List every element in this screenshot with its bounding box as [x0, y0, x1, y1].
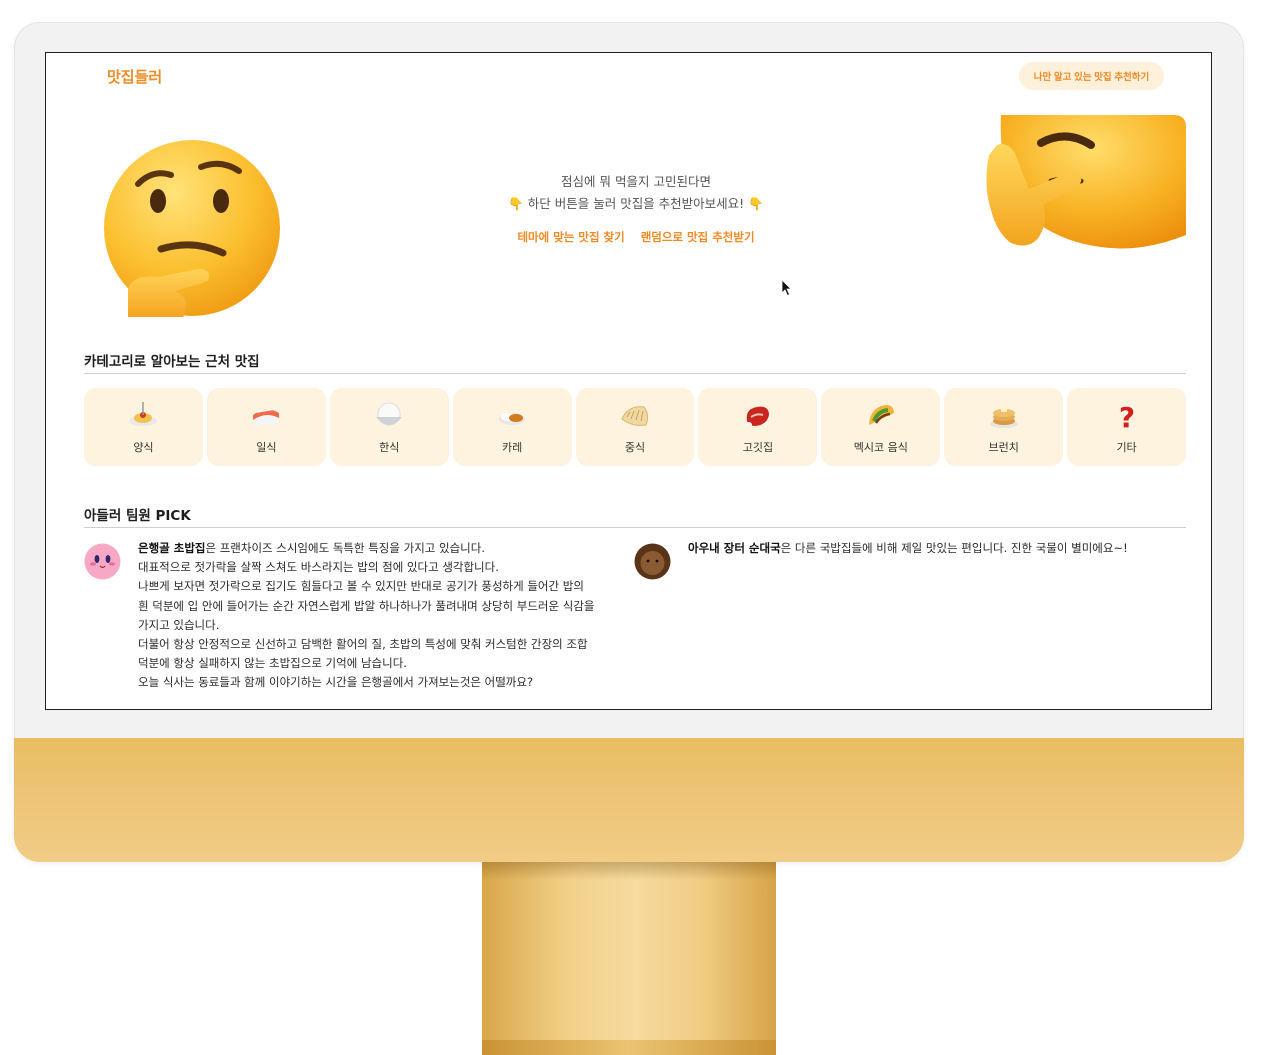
- hero-line2: 👇 하단 버튼을 눌러 맛집을 추천받아보세요! 👇: [508, 196, 764, 211]
- imac-stand-shadow: [482, 862, 776, 880]
- pick-place-name[interactable]: 은행골 초밥집: [138, 541, 205, 555]
- taco-icon: [868, 405, 894, 425]
- category-section-title: 카테고리로 알아보는 근처 맛집: [84, 354, 260, 370]
- recommend-restaurant-button[interactable]: 나만 알고 있는 맛집 추천하기: [1019, 62, 1164, 90]
- team-pick-text: 아우내 장터 순대국은 다른 국밥집들에 비해 제일 맛있는 편입니다. 진한 …: [688, 541, 1128, 555]
- theme-search-link[interactable]: 테마에 맞는 맛집 찾기: [517, 230, 624, 244]
- category-chinese[interactable]: 중식: [575, 388, 695, 466]
- category-curry[interactable]: 카레: [452, 388, 572, 466]
- avatar: [634, 543, 671, 580]
- rice-bowl-icon: [376, 402, 403, 426]
- sushi-icon: [253, 408, 280, 425]
- category-brunch[interactable]: 브런치: [944, 388, 1064, 466]
- team-pick-section-title: 아들러 팀원 PICK: [84, 508, 191, 524]
- mouse-cursor-icon: [781, 279, 792, 297]
- site-logo[interactable]: 맛집들러: [107, 66, 162, 87]
- team-pick-divider: [84, 527, 1186, 528]
- svg-text:?: ?: [1118, 401, 1134, 433]
- dumpling-icon: [621, 406, 649, 426]
- spaghetti-icon: [129, 402, 158, 426]
- imac-stand-foot: [482, 1040, 776, 1055]
- category-mexican[interactable]: 멕시코 음식: [821, 388, 941, 466]
- category-japanese[interactable]: 일식: [206, 388, 326, 466]
- avatar: [84, 543, 121, 580]
- team-pick-text: 은행골 초밥집은 프랜차이즈 스시임에도 독특한 특징을 가지고 있습니다. 대…: [138, 541, 595, 690]
- category-list: 양식 일식 한식 카레 중식 고깃집 멕시코 음식 브런치 ? 기타: [84, 388, 1187, 466]
- imac-stand: [482, 862, 776, 1055]
- category-korean[interactable]: 한식: [329, 388, 449, 466]
- hero-text: 점심에 뭐 먹을지 고민된다면 👇 하단 버튼을 눌러 맛집을 추천받아보세요!…: [466, 171, 806, 215]
- thinking-face-zoom-icon: [986, 115, 1186, 249]
- category-divider: [84, 373, 1186, 374]
- curry-icon: [499, 413, 526, 425]
- category-meat[interactable]: 고깃집: [698, 388, 818, 466]
- category-western[interactable]: 양식: [84, 388, 203, 466]
- hero-links: 테마에 맞는 맛집 찾기 랜덤으로 맛집 추천받기: [466, 229, 806, 245]
- browser-screen: 맛집들러 나만 알고 있는 맛집 추천하기 점심에 뭐 먹을지 고민된다면 👇 …: [45, 52, 1212, 710]
- hero-line1: 점심에 뭐 먹을지 고민된다면: [561, 174, 711, 189]
- meat-icon: [745, 406, 769, 428]
- pick-place-name[interactable]: 아우내 장터 순대국: [688, 541, 781, 555]
- thinking-face-icon: [104, 140, 280, 317]
- imac-chin: [14, 738, 1244, 862]
- category-other[interactable]: ? 기타: [1067, 388, 1187, 466]
- pancakes-icon: [989, 408, 1018, 428]
- question-icon: ?: [1118, 401, 1134, 433]
- random-recommend-link[interactable]: 랜덤으로 맛집 추천받기: [641, 230, 755, 244]
